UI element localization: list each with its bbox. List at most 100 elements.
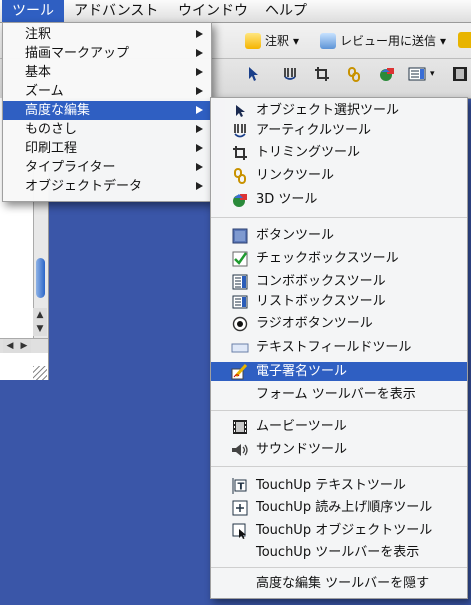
article-icon [231, 122, 249, 140]
send-for-review-button[interactable]: レビュー用に送信 ▾ [320, 32, 446, 49]
menu-item-label: リンクツール [256, 168, 335, 183]
select-tool-button[interactable] [246, 66, 260, 82]
movie-icon [231, 418, 249, 436]
3d-icon [380, 68, 394, 81]
menu-item-typewriter[interactable]: タイプライター [3, 158, 211, 177]
3d-icon [231, 191, 249, 209]
menu-item-drawing-markup[interactable]: 描画マークアップ [3, 44, 211, 63]
3d-tool-button[interactable] [378, 66, 396, 82]
menu-item-label: コンボボックスツール [256, 274, 386, 289]
submenu-arrow-icon [196, 144, 203, 152]
movie-tool-button[interactable] [452, 66, 468, 82]
advanced-editing-submenu: オブジェクト選択ツール アーティクルツール トリミングツール リンクツール 3D… [210, 97, 468, 599]
menu-item-label: アーティクルツール [256, 123, 372, 138]
menu-item-zoom[interactable]: ズーム [3, 82, 211, 101]
menu-item-radio-button-tool[interactable]: ラジオボタンツール [211, 314, 467, 333]
menu-window[interactable]: ウインドウ [168, 0, 258, 22]
menu-item-annotation[interactable]: 注釈 [3, 25, 211, 44]
menu-item-combobox-tool[interactable]: コンボボックスツール [211, 272, 467, 291]
menu-help[interactable]: ヘルプ [255, 0, 317, 22]
menu-item-touchup-reading-order-tool[interactable]: TouchUp 読み上げ順序ツール [211, 498, 467, 517]
menu-item-label: 高度な編集 ツールバーを隠す [256, 576, 430, 591]
signature-icon [231, 363, 249, 381]
menu-separator [211, 466, 467, 467]
scroll-right-button[interactable]: ▶ [17, 339, 31, 353]
article-tool-button[interactable] [282, 66, 298, 82]
menu-item-touchup-object-tool[interactable]: TouchUp オブジェクトツール [211, 521, 467, 540]
comment-toolbar-button[interactable]: 注釈 ▾ [245, 32, 299, 49]
crop-tool-button[interactable] [314, 66, 330, 82]
submenu-arrow-icon [196, 106, 203, 114]
pointer-icon [249, 67, 258, 81]
menu-item-advanced-editing[interactable]: 高度な編集 [3, 101, 211, 120]
lock-button[interactable] [458, 32, 471, 48]
link-icon [348, 67, 360, 82]
menu-item-basic[interactable]: 基本 [3, 63, 211, 82]
menu-item-object-data[interactable]: オブジェクトデータ [3, 177, 211, 196]
send-review-icon [320, 32, 336, 49]
resize-grip[interactable] [33, 366, 47, 380]
menu-item-label: TouchUp オブジェクトツール [256, 523, 433, 538]
menu-item-label: 注釈 [25, 27, 52, 42]
scroll-down-button[interactable]: ▼ [33, 322, 47, 336]
menu-item-label: ラジオボタンツール [256, 316, 373, 331]
menu-item-label: リストボックスツール [256, 294, 386, 309]
menu-item-label: フォーム ツールバーを表示 [256, 387, 416, 402]
menu-item-movie-tool[interactable]: ムービーツール [211, 417, 467, 436]
pointer-icon [231, 102, 249, 120]
chevron-down-icon: ▾ [440, 33, 447, 48]
scroll-up-button[interactable]: ▲ [33, 308, 47, 322]
menu-item-show-touchup-toolbar[interactable]: TouchUp ツールバーを表示 [211, 543, 467, 562]
menu-item-checkbox-tool[interactable]: チェックボックスツール [211, 249, 467, 268]
menu-item-measure[interactable]: ものさし [3, 120, 211, 139]
menu-item-show-forms-toolbar[interactable]: フォーム ツールバーを表示 [211, 385, 467, 404]
menu-item-label: ものさし [25, 122, 78, 137]
menu-item-label: オブジェクト選択ツール [256, 103, 400, 118]
menu-item-touchup-text-tool[interactable]: T TouchUp テキストツール [211, 476, 467, 495]
menu-item-label: 基本 [25, 65, 52, 80]
sound-icon [231, 441, 249, 459]
listbox-tool-button[interactable]: ▾ [408, 66, 435, 82]
menu-item-link-tool[interactable]: リンクツール [211, 166, 467, 185]
menu-item-label: TouchUp テキストツール [256, 478, 406, 493]
menu-item-digital-signature-tool[interactable]: 電子署名ツール [211, 362, 467, 381]
menu-item-label: チェックボックスツール [256, 251, 399, 266]
menu-separator [211, 567, 467, 568]
chevron-down-icon: ▾ [430, 69, 435, 79]
menu-separator [211, 217, 467, 218]
menu-item-label: サウンドツール [256, 442, 348, 457]
menu-item-button-tool[interactable]: ボタンツール [211, 226, 467, 245]
menu-item-hide-advanced-editing-toolbar[interactable]: 高度な編集 ツールバーを隠す [211, 574, 467, 593]
menubar: ツール アドバンスト ウインドウ ヘルプ [0, 0, 471, 23]
combobox-icon [231, 273, 249, 291]
menu-item-object-select-tool[interactable]: オブジェクト選択ツール [211, 101, 467, 120]
scroll-thumb[interactable] [36, 258, 45, 298]
menu-item-label: ズーム [25, 84, 64, 99]
menu-item-3d-tool[interactable]: 3D ツール [211, 190, 467, 209]
lock-icon [458, 32, 471, 48]
textfield-icon [231, 339, 249, 357]
menu-item-crop-tool[interactable]: トリミングツール [211, 143, 467, 162]
send-for-review-label: レビュー用に送信 [340, 34, 437, 48]
menu-item-label: ムービーツール [256, 419, 347, 434]
menu-item-label: TouchUp 読み上げ順序ツール [256, 500, 433, 515]
submenu-arrow-icon [196, 163, 203, 171]
menu-item-label: ボタンツール [256, 228, 335, 243]
menu-tools[interactable]: ツール [2, 0, 64, 22]
submenu-arrow-icon [196, 49, 203, 57]
scroll-left-button[interactable]: ◀ [3, 339, 17, 353]
link-tool-button[interactable] [346, 66, 362, 82]
menu-item-sound-tool[interactable]: サウンドツール [211, 440, 467, 459]
chevron-down-icon: ▾ [293, 33, 300, 48]
menu-item-label: 印刷工程 [25, 141, 78, 156]
menu-advanced[interactable]: アドバンスト [64, 0, 168, 22]
menu-item-text-field-tool[interactable]: テキストフィールドツール [211, 338, 467, 357]
menu-item-article-tool[interactable]: アーティクルツール [211, 121, 467, 140]
submenu-arrow-icon [196, 125, 203, 133]
menu-item-listbox-tool[interactable]: リストボックスツール [211, 292, 467, 311]
submenu-arrow-icon [196, 87, 203, 95]
menu-item-label: テキストフィールドツール [256, 340, 412, 355]
touchup-reading-order-icon [231, 499, 249, 517]
menu-item-print-production[interactable]: 印刷工程 [3, 139, 211, 158]
touchup-object-icon [231, 522, 249, 540]
